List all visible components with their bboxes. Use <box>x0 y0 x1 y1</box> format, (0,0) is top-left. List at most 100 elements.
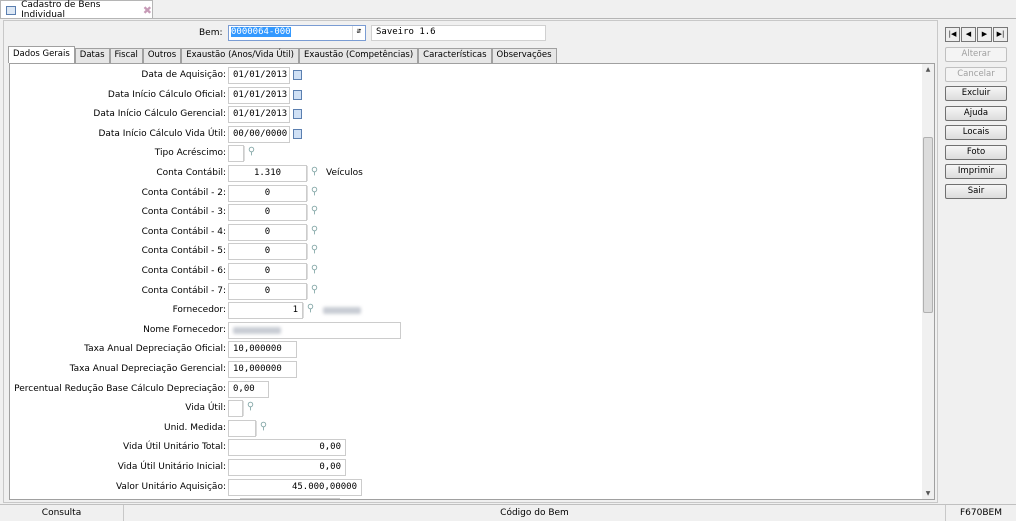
search-icon[interactable]: ⚲ <box>303 303 317 319</box>
tab-outros[interactable]: Outros <box>142 48 182 63</box>
scroll-thumb[interactable] <box>923 137 933 313</box>
close-tab-icon[interactable]: ✖ <box>143 4 152 17</box>
field-value: 45.000,00000 <box>291 481 357 492</box>
search-icon[interactable]: ⚲ <box>256 420 270 436</box>
bem-code-value: 0000064-000 <box>231 27 291 37</box>
tab-datas[interactable]: Datas <box>74 48 110 63</box>
locais-button[interactable]: Locais <box>945 125 1007 140</box>
field-label: Fornecedor: <box>172 305 226 316</box>
tab-exaustao-competencias[interactable]: Exaustão (Competências) <box>298 48 419 63</box>
field-row: Tipo Acréscimo: ⚲ <box>10 145 910 163</box>
field-input[interactable]: 0,00 <box>228 439 346 457</box>
search-icon[interactable]: ⚲ <box>307 264 321 279</box>
field-input[interactable]: 00/00/0000 <box>228 125 290 143</box>
search-icon[interactable]: ⚲ <box>243 401 257 417</box>
previous-record-icon[interactable]: ◀ <box>961 27 976 42</box>
alterar-button[interactable]: Alterar <box>945 47 1007 62</box>
field-value: 1.310 <box>253 168 282 178</box>
field-input[interactable]: 1.310 <box>228 165 307 182</box>
cancelar-button[interactable]: Cancelar <box>945 66 1007 82</box>
field-input[interactable]: 01/01/2013 <box>228 86 290 104</box>
calendar-icon[interactable] <box>293 109 302 120</box>
field-label: Conta Contábil - 6: <box>141 266 226 276</box>
search-icon[interactable]: ⚲ <box>307 244 321 260</box>
field-label: Data Início Cálculo Gerencial: <box>93 109 226 120</box>
foto-button[interactable]: Foto <box>945 144 1007 160</box>
calendar-icon[interactable] <box>293 89 302 100</box>
field-input[interactable] <box>228 400 243 418</box>
status-form: F670BEM <box>960 508 1002 518</box>
field-value: 0 <box>264 207 271 218</box>
bem-label: Bem: <box>199 28 223 38</box>
search-icon[interactable]: ⚲ <box>307 185 321 201</box>
account-description: Veículos <box>326 168 363 178</box>
field-value: 0,00 <box>233 383 255 394</box>
search-icon[interactable]: ⚲ <box>307 205 321 221</box>
search-icon[interactable]: ⚲ <box>307 283 321 299</box>
field-input[interactable]: 0 <box>228 282 307 300</box>
field-input[interactable]: 10,000000 <box>228 361 297 378</box>
field-row: Unid. Medida: ⚲ <box>10 419 910 437</box>
action-panel: |◀ ◀ ▶ ▶| Alterar Cancelar Excluir Ajuda… <box>941 27 1009 203</box>
sair-button[interactable]: Sair <box>945 183 1007 199</box>
excluir-button[interactable]: Excluir <box>945 86 1007 101</box>
field-row: Data Início Cálculo Vida Útil: 00/00/0000 <box>10 125 910 143</box>
field-input[interactable] <box>228 145 244 163</box>
field-label: Conta Contábil - 7: <box>141 285 226 296</box>
field-row: Vida Útil Unitário Total: 0,00 <box>10 439 910 457</box>
field-label: Valor Unitário Aquisição: <box>115 481 226 492</box>
field-label: Data Início Cálculo Oficial: <box>107 89 226 100</box>
field-input[interactable]: 01/01/2013 <box>228 106 290 124</box>
bem-code-combo[interactable]: 0000064-000 ⇵ <box>228 25 366 41</box>
field-label: Conta Contábil - 3: <box>141 207 226 218</box>
bem-row: Bem: 0000064-000 ⇵ Saveiro 1.6 <box>7 23 933 44</box>
dropdown-icon[interactable]: ⇵ <box>352 26 365 40</box>
field-label: Conta Contábil: <box>156 168 226 178</box>
search-icon[interactable]: ⚲ <box>244 146 258 162</box>
tab-observacoes[interactable]: Observações <box>491 48 557 63</box>
imprimir-button[interactable]: Imprimir <box>945 164 1007 179</box>
field-input[interactable]: 0 <box>228 184 307 202</box>
document-tab[interactable]: Cadastro de Bens Individual ✖ <box>0 0 153 20</box>
redacted-value <box>323 307 361 315</box>
search-icon[interactable]: ⚲ <box>307 224 321 240</box>
next-record-icon[interactable]: ▶ <box>977 27 992 42</box>
vertical-scrollbar[interactable]: ▲ ▼ <box>922 64 934 499</box>
field-row: Fornecedor: 1 ⚲ <box>10 302 910 320</box>
field-label: Unid. Medida: <box>163 422 226 433</box>
first-record-icon[interactable]: |◀ <box>945 27 960 42</box>
field-input[interactable]: 0,00 <box>228 459 346 476</box>
field-input[interactable]: 10,000000 <box>228 341 297 359</box>
field-value: 01/01/2013 <box>233 89 288 100</box>
calendar-icon[interactable] <box>293 128 302 139</box>
scroll-up-icon[interactable]: ▲ <box>922 66 934 73</box>
tab-caracteristicas[interactable]: Características <box>418 48 492 63</box>
tab-dados-gerais[interactable]: Dados Gerais <box>8 46 75 63</box>
search-icon[interactable]: ⚲ <box>307 166 321 181</box>
field-row: Conta Contábil - 3: 0 ⚲ <box>10 204 910 222</box>
field-label: Data de Aquisição: <box>141 70 226 80</box>
field-value: 1 <box>292 305 298 316</box>
tab-exaustao-anos[interactable]: Exaustão (Anos/Vida Útil) <box>181 48 299 63</box>
scroll-down-icon[interactable]: ▼ <box>922 490 934 497</box>
field-input[interactable]: 1 <box>228 302 303 320</box>
status-bar: Consulta Código do Bem F670BEM <box>0 504 1016 521</box>
last-record-icon[interactable]: ▶| <box>993 27 1008 42</box>
redacted-value <box>233 326 281 334</box>
ajuda-button[interactable]: Ajuda <box>945 105 1007 121</box>
field-input[interactable]: 01/01/2013 <box>228 67 290 84</box>
field-input[interactable]: 0 <box>228 243 307 261</box>
field-label: Vida Útil: <box>185 403 226 414</box>
field-input[interactable]: 0 <box>228 263 307 280</box>
field-value: 0 <box>264 226 271 237</box>
field-input[interactable] <box>228 419 256 437</box>
field-input[interactable]: 0 <box>228 204 307 222</box>
field-value: 01/01/2013 <box>233 70 288 80</box>
field-row: Data de Aquisição: 01/01/2013 <box>10 67 910 84</box>
field-input[interactable]: 0 <box>228 223 307 241</box>
field-input[interactable]: 45.000,00000 <box>228 478 362 496</box>
calendar-icon[interactable] <box>293 70 302 80</box>
field-input[interactable] <box>228 321 401 339</box>
field-input[interactable]: 0,00 <box>228 380 269 398</box>
tab-fiscal[interactable]: Fiscal <box>109 48 143 63</box>
